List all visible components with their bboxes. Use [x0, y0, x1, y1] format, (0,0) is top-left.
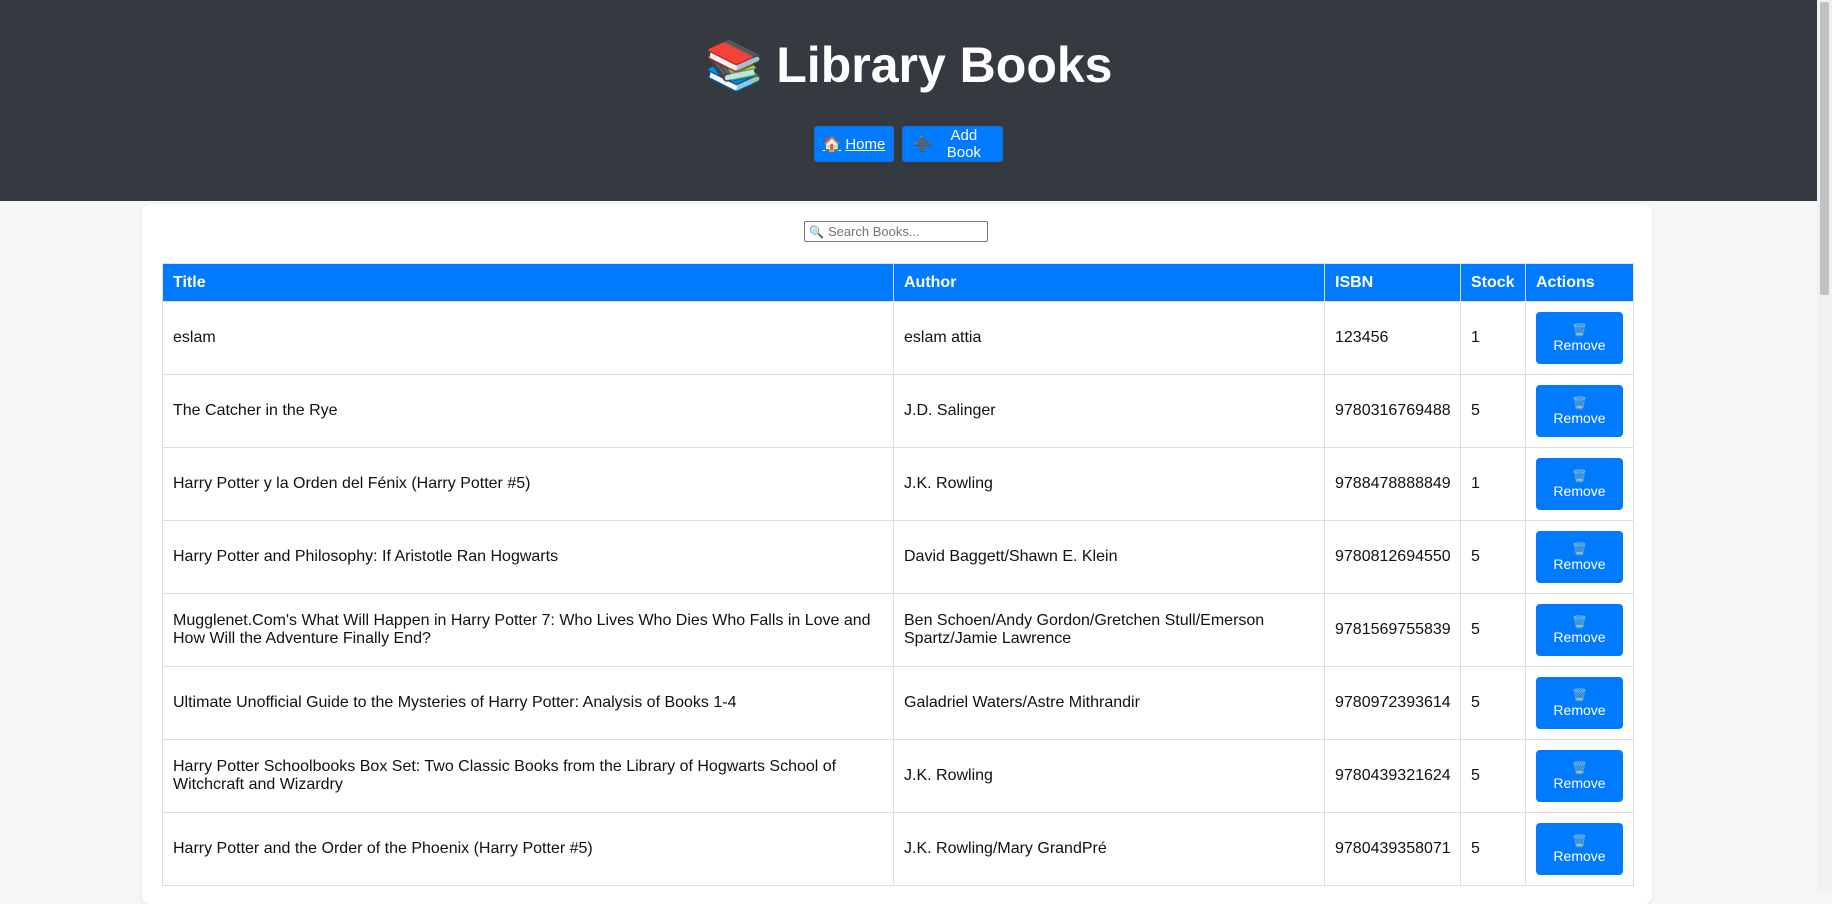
trash-icon: 🗑️: [1572, 542, 1587, 556]
remove-button-label: Remove: [1553, 337, 1606, 353]
trash-icon: 🗑️: [1572, 396, 1587, 410]
book-stock-cell: 5: [1460, 374, 1526, 448]
table-row: eslam eslam attia 123456 1 🗑️ Remove: [162, 301, 1634, 375]
trash-icon: 🗑️: [1572, 761, 1587, 775]
book-stock-cell: 5: [1460, 812, 1526, 886]
search-icon: 🔍: [809, 224, 824, 239]
book-isbn-cell: 9781569755839: [1324, 593, 1461, 667]
remove-button-label: Remove: [1553, 556, 1606, 572]
plus-icon: ➕: [913, 136, 932, 153]
page-scrollbar[interactable]: [1817, 0, 1832, 892]
book-isbn-cell: 9780812694550: [1324, 520, 1461, 594]
page-title-text: Library Books: [776, 37, 1113, 93]
book-title-cell: The Catcher in the Rye: [162, 374, 894, 448]
column-header-title: Title: [162, 263, 894, 302]
book-actions-cell: 🗑️ Remove: [1525, 374, 1634, 448]
table-row: Harry Potter and Philosophy: If Aristotl…: [162, 520, 1634, 594]
main-nav: 🏠 Home ➕ Add Book: [0, 126, 1817, 162]
book-author-cell: J.K. Rowling: [893, 739, 1325, 813]
remove-button-label: Remove: [1553, 410, 1606, 426]
book-author-cell: Galadriel Waters/Astre Mithrandir: [893, 666, 1325, 740]
book-isbn-cell: 9788478888849: [1324, 447, 1461, 521]
book-actions-cell: 🗑️ Remove: [1525, 520, 1634, 594]
search-box[interactable]: 🔍: [804, 221, 988, 242]
remove-button[interactable]: 🗑️ Remove: [1536, 312, 1623, 364]
table-row: Mugglenet.Com's What Will Happen in Harr…: [162, 593, 1634, 667]
add-book-button[interactable]: ➕ Add Book: [902, 126, 1003, 162]
trash-icon: 🗑️: [1572, 834, 1587, 848]
book-title-cell: Harry Potter y la Orden del Fénix (Harry…: [162, 447, 894, 521]
books-panel: 🔍 Title Author ISBN Stock Actions eslame…: [142, 204, 1652, 904]
book-stock-cell: 5: [1460, 739, 1526, 813]
remove-button[interactable]: 🗑️ Remove: [1536, 604, 1623, 656]
book-author-cell: J.D. Salinger: [893, 374, 1325, 448]
table-header-row: Title Author ISBN Stock Actions: [162, 263, 1634, 302]
page-title: 📚 Library Books: [0, 36, 1817, 96]
book-title-cell: eslam: [162, 301, 894, 375]
add-book-button-label: Add Book: [946, 127, 981, 161]
trash-icon: 🗑️: [1572, 688, 1587, 702]
remove-button-label: Remove: [1553, 483, 1606, 499]
house-icon: 🏠: [822, 136, 842, 153]
table-row: Ultimate Unofficial Guide to the Mysteri…: [162, 666, 1634, 740]
book-author-cell: J.K. Rowling/Mary GrandPré: [893, 812, 1325, 886]
remove-button[interactable]: 🗑️ Remove: [1536, 750, 1623, 802]
trash-icon: 🗑️: [1572, 469, 1587, 483]
books-table: Title Author ISBN Stock Actions eslam esl…: [162, 263, 1634, 886]
page-header: 📚 Library Books 🏠 Home ➕ Add Book: [0, 0, 1817, 201]
remove-button-label: Remove: [1553, 702, 1606, 718]
book-author-cell: J.K. Rowling: [893, 447, 1325, 521]
remove-button[interactable]: 🗑️ Remove: [1536, 458, 1623, 510]
remove-button[interactable]: 🗑️ Remove: [1536, 823, 1623, 875]
book-isbn-cell: 123456: [1324, 301, 1461, 375]
search-input[interactable]: [827, 224, 978, 239]
remove-button[interactable]: 🗑️ Remove: [1536, 531, 1623, 583]
column-header-stock: Stock: [1460, 263, 1526, 302]
table-row: Harry Potter and the Order of the Phoeni…: [162, 812, 1634, 886]
table-row: Harry Potter y la Orden del Fénix (Harry…: [162, 447, 1634, 521]
book-isbn-cell: 9780972393614: [1324, 666, 1461, 740]
book-stock-cell: 5: [1460, 593, 1526, 667]
book-title-cell: Ultimate Unofficial Guide to the Mysteri…: [162, 666, 894, 740]
book-actions-cell: 🗑️ Remove: [1525, 812, 1634, 886]
book-author-cell: Ben Schoen/Andy Gordon/Gretchen Stull/Em…: [893, 593, 1325, 667]
trash-icon: 🗑️: [1572, 323, 1587, 337]
remove-button-label: Remove: [1553, 629, 1606, 645]
book-stock-cell: 1: [1460, 447, 1526, 521]
trash-icon: 🗑️: [1572, 615, 1587, 629]
book-isbn-cell: 9780439358071: [1324, 812, 1461, 886]
home-button-label: Home: [845, 135, 886, 153]
book-isbn-cell: 9780316769488: [1324, 374, 1461, 448]
column-header-author: Author: [893, 263, 1325, 302]
book-title-cell: Harry Potter and the Order of the Phoeni…: [162, 812, 894, 886]
book-actions-cell: 🗑️ Remove: [1525, 301, 1634, 375]
remove-button-label: Remove: [1553, 848, 1606, 864]
book-author-cell: David Baggett/Shawn E. Klein: [893, 520, 1325, 594]
remove-button[interactable]: 🗑️ Remove: [1536, 677, 1623, 729]
book-stock-cell: 5: [1460, 666, 1526, 740]
home-button[interactable]: 🏠 Home: [814, 126, 894, 162]
book-actions-cell: 🗑️ Remove: [1525, 593, 1634, 667]
column-header-isbn: ISBN: [1324, 263, 1461, 302]
table-row: The Catcher in the Rye J.D. Salinger 97803…: [162, 374, 1634, 448]
book-actions-cell: 🗑️ Remove: [1525, 447, 1634, 521]
book-actions-cell: 🗑️ Remove: [1525, 666, 1634, 740]
book-stock-cell: 1: [1460, 301, 1526, 375]
books-icon: 📚: [704, 40, 765, 93]
scrollbar-thumb[interactable]: [1820, 2, 1829, 295]
book-author-cell: eslam attia: [893, 301, 1325, 375]
book-title-cell: Harry Potter and Philosophy: If Aristotl…: [162, 520, 894, 594]
book-actions-cell: 🗑️ Remove: [1525, 739, 1634, 813]
book-title-cell: Mugglenet.Com's What Will Happen in Harr…: [162, 593, 894, 667]
book-stock-cell: 5: [1460, 520, 1526, 594]
book-isbn-cell: 9780439321624: [1324, 739, 1461, 813]
table-row: Harry Potter Schoolbooks Box Set: Two Cl…: [162, 739, 1634, 813]
book-title-cell: Harry Potter Schoolbooks Box Set: Two Cl…: [162, 739, 894, 813]
remove-button[interactable]: 🗑️ Remove: [1536, 385, 1623, 437]
column-header-actions: Actions: [1525, 263, 1634, 302]
remove-button-label: Remove: [1553, 775, 1606, 791]
